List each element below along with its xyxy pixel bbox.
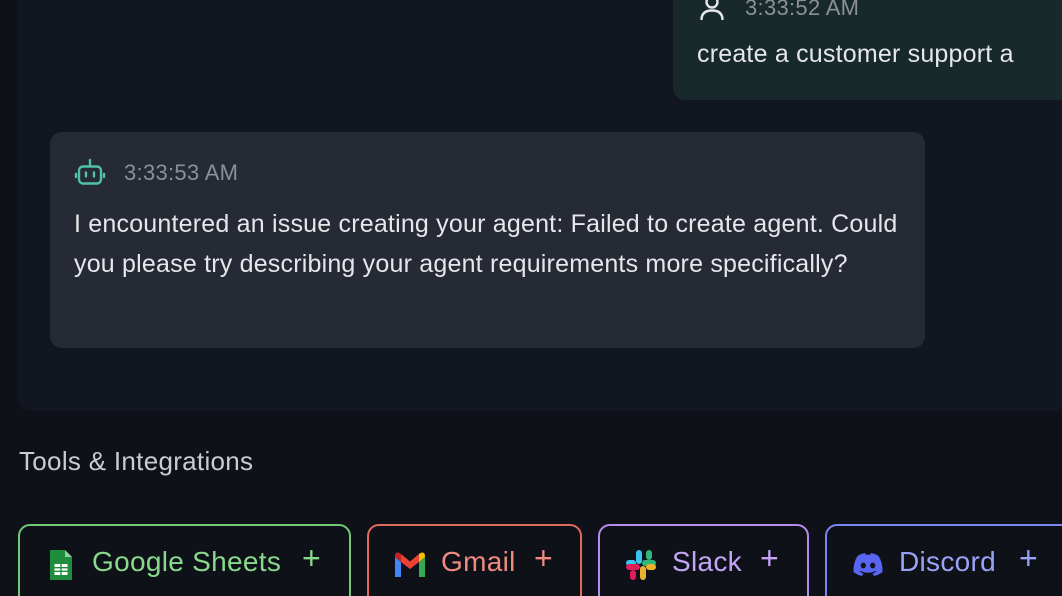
tool-label: Google Sheets (92, 546, 282, 577)
tool-discord-button[interactable]: Discord + (825, 524, 1062, 596)
bot-message-timestamp: 3:33:53 AM (124, 160, 239, 185)
tools-section-title: Tools & Integrations (19, 446, 254, 476)
bot-message-bubble: 3:33:53 AM I encountered an issue creati… (50, 132, 925, 348)
bot-icon (74, 158, 106, 185)
user-message-meta: 3:33:52 AM (699, 0, 859, 26)
tool-slack-button[interactable]: Slack + (598, 524, 809, 596)
add-icon[interactable]: + (760, 540, 779, 577)
tool-google-sheets-button[interactable]: Google Sheets + (18, 524, 351, 596)
tool-label: Slack (672, 546, 742, 577)
user-message-text: create a customer support a (697, 40, 1014, 68)
user-message-timestamp: 3:33:52 AM (745, 0, 860, 20)
add-icon[interactable]: + (302, 540, 321, 577)
add-icon[interactable]: + (1019, 540, 1038, 577)
tool-gmail-button[interactable]: Gmail + (367, 524, 582, 596)
user-icon (700, 0, 724, 21)
bot-message-meta: 3:33:53 AM (74, 156, 238, 190)
bot-message-text: I encountered an issue creating your age… (74, 210, 898, 278)
tool-label: Discord (899, 546, 997, 577)
slack-icon (626, 550, 656, 580)
discord-icon (853, 553, 883, 576)
google-sheets-icon (50, 550, 72, 580)
tool-label: Gmail (441, 546, 516, 577)
add-icon[interactable]: + (534, 540, 553, 577)
user-message-bubble: 3:33:52 AM create a customer support a (673, 0, 1062, 100)
page: 3:33:52 AM create a customer support a 3… (0, 0, 1062, 596)
gmail-icon (395, 552, 425, 577)
